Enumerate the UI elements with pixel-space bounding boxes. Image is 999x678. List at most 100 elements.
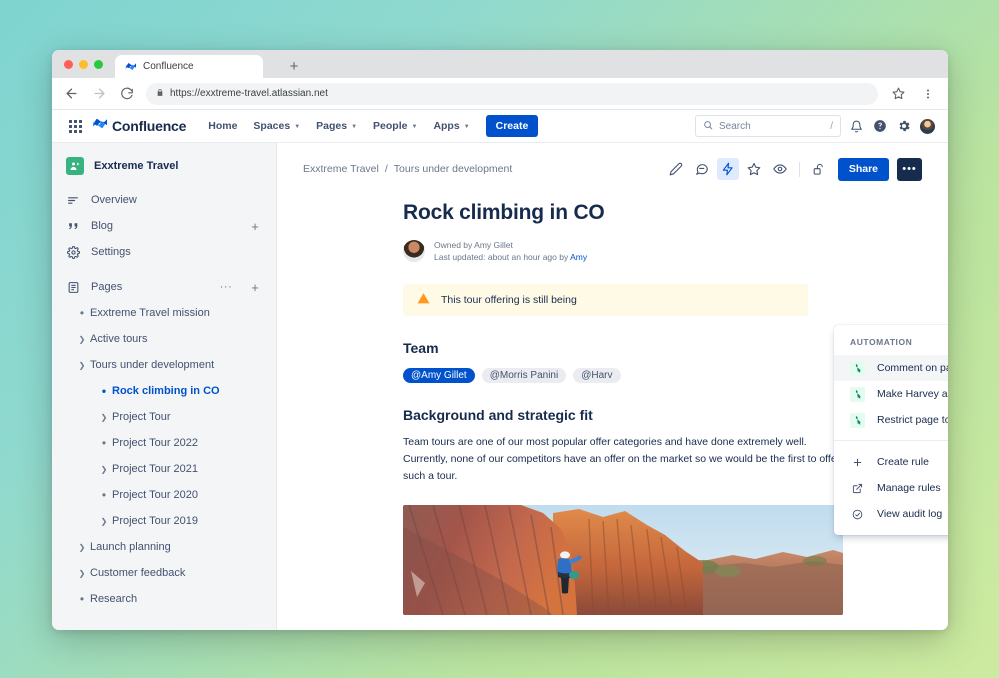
nav-item-label: Spaces [253,120,291,132]
star-icon[interactable] [888,84,908,104]
browser-url-bar: https://exxtreme-travel.atlassian.net [52,78,948,110]
menu-divider [834,440,948,441]
section-paragraph: Team tours are one of our most popular o… [403,435,841,483]
avatar[interactable] [403,240,425,263]
last-updated-author-link[interactable]: Amy [570,252,587,262]
chevron-right-icon[interactable]: ❯ [96,517,112,526]
tree-item-active-tours[interactable]: ❯ Active tours [52,326,276,352]
chevron-down-icon[interactable]: ❯ [74,361,90,370]
tree-item-label: Project Tour 2022 [112,437,199,449]
unlocked-padlock-icon[interactable] [808,158,830,180]
menu-item-manage-rules[interactable]: Manage rules [834,475,948,501]
tree-item-label: Research [90,593,138,605]
share-button[interactable]: Share [837,157,889,181]
breadcrumb-parent-page[interactable]: Tours under development [394,163,513,175]
user-avatar[interactable] [919,117,936,135]
automation-rule-make-harvey-a-page-watcher[interactable]: Make Harvey a page watcher [834,381,948,407]
pages-more-actions-button[interactable]: ··· [219,281,233,293]
comment-icon[interactable] [691,158,713,180]
tree-item-project-tour-2019[interactable]: ❯ Project Tour 2019 [52,508,276,534]
address-bar[interactable]: https://exxtreme-travel.atlassian.net [146,82,878,105]
overview-icon [66,193,80,207]
question-circle-icon[interactable] [871,117,889,135]
sidebar-item-settings[interactable]: Settings [52,239,276,265]
bullet-icon: • [79,306,85,320]
menu-item-view-audit-log[interactable]: View audit log [834,501,948,527]
automation-rule-restrict-page-to-project-leads[interactable]: Restrict page to project leads [834,407,948,433]
tree-item-project-tour-2020[interactable]: • Project Tour 2020 [52,482,276,508]
app-body: Exxtreme Travel Overview Blog + Settings… [52,143,948,630]
space-header[interactable]: Exxtreme Travel [52,153,276,187]
chevron-down-icon: ▼ [463,124,470,130]
breadcrumb-space[interactable]: Exxtreme Travel [303,163,379,175]
automation-rule-comment-on-page[interactable]: Comment on page [834,355,948,381]
maximize-window-button[interactable] [94,59,103,69]
chevron-right-icon[interactable]: ❯ [74,569,90,578]
tree-item-project-tour[interactable]: ❯ Project Tour [52,404,276,430]
app-switcher-icon[interactable] [64,115,86,137]
pencil-icon[interactable] [665,158,687,180]
space-sidebar: Exxtreme Travel Overview Blog + Settings… [52,143,277,630]
tree-item-launch-planning[interactable]: ❯ Launch planning [52,534,276,560]
tree-item-label: Active tours [90,333,148,345]
back-arrow-icon[interactable] [62,85,80,103]
star-outline-icon[interactable] [743,158,765,180]
tree-item-label: Exxtreme Travel mission [90,307,210,319]
sidebar-item-pages[interactable]: Pages ··· + [52,274,276,300]
search-shortcut-hint: / [830,120,833,132]
tree-item-project-tour-2021[interactable]: ❯ Project Tour 2021 [52,456,276,482]
reload-icon[interactable] [118,85,136,103]
mention-chip[interactable]: @Harv [573,367,621,383]
confluence-logo-icon [92,116,108,136]
mention-chip[interactable]: @Amy Gillet [403,367,475,383]
nav-item-label: Apps [433,120,460,132]
warning-banner: This tour offering is still being [403,283,808,316]
sidebar-item-blog[interactable]: Blog + [52,213,276,239]
plus-icon [850,455,865,470]
close-window-button[interactable] [64,59,73,69]
more-actions-button[interactable]: ••• [897,157,922,181]
tree-item-project-tour-2022[interactable]: • Project Tour 2022 [52,430,276,456]
bullet-icon: • [101,488,107,502]
create-button[interactable]: Create [485,115,539,137]
add-blog-post-button[interactable]: + [248,220,262,233]
gear-icon[interactable] [895,117,913,135]
lightning-bolt-icon[interactable] [716,158,739,180]
nav-item-people[interactable]: People ▼ [365,113,425,139]
kebab-menu-icon[interactable] [918,84,938,104]
tree-item-label: Project Tour 2019 [112,515,199,527]
mention-chip[interactable]: @Morris Panini [481,367,567,383]
minimize-window-button[interactable] [79,59,88,69]
check-circle-icon [850,507,865,522]
new-tab-button[interactable]: + [281,55,307,78]
search-input[interactable]: Search / [695,115,841,137]
nav-item-home[interactable]: Home [200,113,245,139]
eye-icon[interactable] [769,158,791,180]
nav-item-pages[interactable]: Pages ▼ [308,113,365,139]
nav-item-label: Home [208,120,238,132]
add-page-button[interactable]: + [248,281,262,294]
nav-item-label: Pages [316,120,348,132]
sidebar-item-overview[interactable]: Overview [52,187,276,213]
tree-item-rock-climbing-in-co[interactable]: • Rock climbing in CO [52,378,276,404]
tree-item-label: Project Tour 2021 [112,463,199,475]
blog-quote-icon [66,219,80,233]
nav-item-apps[interactable]: Apps ▼ [425,113,477,139]
tree-item-tours-under-development[interactable]: ❯ Tours under development [52,352,276,378]
automation-rule-icon [850,412,865,428]
tree-item-label: Project Tour [112,411,171,423]
pages-icon [66,280,80,294]
chevron-right-icon[interactable]: ❯ [74,543,90,552]
nav-item-spaces[interactable]: Spaces ▼ [245,113,308,139]
chevron-right-icon[interactable]: ❯ [74,335,90,344]
tree-item-customer-feedback[interactable]: ❯ Customer feedback [52,560,276,586]
chevron-right-icon[interactable]: ❯ [96,465,112,474]
bell-icon[interactable] [847,117,865,135]
tree-item-research[interactable]: • Research [52,586,276,612]
tree-item-exxtreme-travel-mission[interactable]: • Exxtreme Travel mission [52,300,276,326]
confluence-brand[interactable]: Confluence [92,116,186,136]
browser-tab[interactable]: Confluence [115,55,263,78]
menu-item-create-rule[interactable]: Create rule [834,449,948,475]
page-actions-toolbar: Share ••• [665,157,922,181]
chevron-right-icon[interactable]: ❯ [96,413,112,422]
